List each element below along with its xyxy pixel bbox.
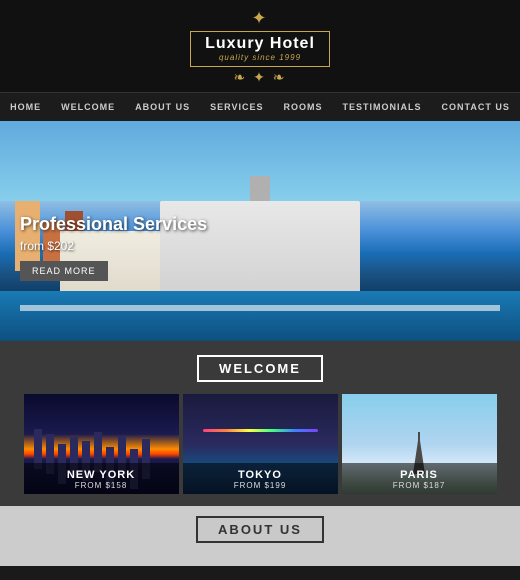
logo-subtitle: quality since 1999: [205, 53, 315, 62]
nav-welcome[interactable]: WELCOME: [51, 93, 125, 121]
logo-title: Luxury Hotel: [205, 35, 315, 53]
nav-contact[interactable]: CONTACT US: [432, 93, 520, 121]
hero-title: Professional Services: [20, 214, 207, 235]
welcome-title: WELCOME: [197, 355, 323, 382]
hero-price: from $202: [20, 239, 207, 253]
logo-ornament-top: ✦: [0, 8, 520, 29]
city-paris-price: FROM $187: [348, 481, 491, 490]
nav-home[interactable]: HOME: [0, 93, 51, 121]
city-tokyo-price: FROM $199: [189, 481, 332, 490]
about-section: ABOUT US: [0, 506, 520, 566]
city-ny-price: FROM $158: [30, 481, 173, 490]
welcome-section: WELCOME: [0, 341, 520, 394]
main-nav: HOME WELCOME ABOUT US SERVICES ROOMS TES…: [0, 93, 520, 121]
logo-ornament-bottom: ❧ ✦ ❧: [0, 69, 520, 86]
pool-reflection: [20, 305, 500, 311]
city-ny-name: NEW YORK: [30, 469, 173, 481]
city-tokyo-name: TOKYO: [189, 469, 332, 481]
nav-about[interactable]: ABOUT US: [125, 93, 200, 121]
nav-rooms[interactable]: ROOMS: [274, 93, 333, 121]
city-paris-name: PARIS: [348, 469, 491, 481]
city-card-new-york[interactable]: NEW YORK FROM $158: [24, 394, 179, 494]
logo-container: Luxury Hotel quality since 1999: [190, 31, 330, 67]
about-title: ABOUT US: [196, 516, 324, 543]
nav-testimonials[interactable]: TESTIMONIALS: [333, 93, 432, 121]
hero-content: Professional Services from $202 READ MOR…: [20, 214, 207, 281]
city-card-tokyo[interactable]: TOKYO FROM $199: [183, 394, 338, 494]
city-ny-overlay: NEW YORK FROM $158: [24, 463, 179, 494]
city-paris-overlay: PARIS FROM $187: [342, 463, 497, 494]
nav-services[interactable]: SERVICES: [200, 93, 273, 121]
city-cards-container: NEW YORK FROM $158 TOKYO FROM $199 PARIS…: [0, 394, 520, 506]
city-tokyo-overlay: TOKYO FROM $199: [183, 463, 338, 494]
site-header: ✦ Luxury Hotel quality since 1999 ❧ ✦ ❧: [0, 0, 520, 93]
read-more-button[interactable]: READ MORE: [20, 261, 108, 281]
hero-section: Professional Services from $202 READ MOR…: [0, 121, 520, 341]
city-card-paris[interactable]: PARIS FROM $187: [342, 394, 497, 494]
hero-pool: [0, 291, 520, 341]
